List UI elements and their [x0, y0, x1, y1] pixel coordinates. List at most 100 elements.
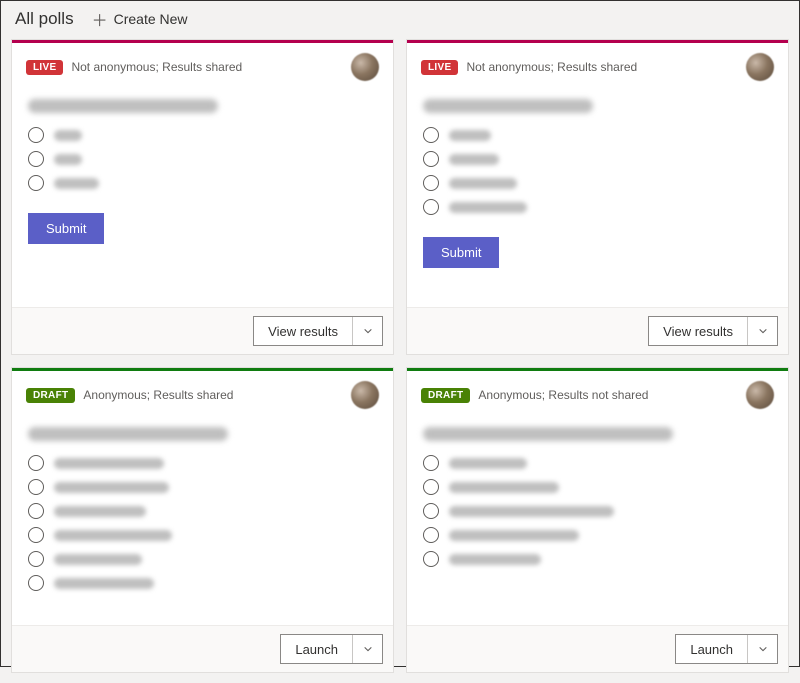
card-header: LIVENot anonymous; Results shared — [12, 43, 393, 87]
chevron-down-icon — [363, 326, 373, 336]
chevron-down-icon — [363, 644, 373, 654]
card-body — [407, 415, 788, 625]
chevron-down-icon — [758, 326, 768, 336]
card-header: DRAFT Anonymous; Results not shared — [407, 371, 788, 415]
radio-icon — [423, 175, 439, 191]
option-label — [449, 458, 527, 469]
poll-option[interactable] — [28, 151, 377, 167]
avatar — [746, 381, 774, 409]
poll-option[interactable] — [28, 527, 377, 543]
poll-option[interactable] — [28, 455, 377, 471]
radio-icon — [423, 151, 439, 167]
poll-card: LIVENot anonymous; Results shared Submit V… — [11, 39, 394, 355]
plus-icon: ＋ — [92, 7, 108, 31]
option-label — [54, 530, 172, 541]
poll-meta: Anonymous; Results shared — [83, 388, 233, 402]
radio-icon — [28, 151, 44, 167]
card-body: Submit — [407, 87, 788, 307]
poll-option[interactable] — [423, 127, 772, 143]
poll-option[interactable] — [423, 151, 772, 167]
view-results-button[interactable]: View results — [649, 317, 747, 345]
create-new-button[interactable]: ＋ Create New — [92, 7, 188, 31]
radio-icon — [423, 199, 439, 215]
avatar — [351, 53, 379, 81]
poll-option[interactable] — [28, 479, 377, 495]
poll-card: DRAFT Anonymous; Results not shared Launch — [406, 367, 789, 673]
radio-icon — [423, 551, 439, 567]
card-footer: View results — [407, 307, 788, 354]
split-dropdown-button[interactable] — [747, 635, 777, 663]
split-dropdown-button[interactable] — [352, 317, 382, 345]
launch-button[interactable]: Launch — [281, 635, 352, 663]
footer-split-button: View results — [253, 316, 383, 346]
submit-button[interactable]: Submit — [28, 213, 104, 244]
status-badge: LIVE — [421, 60, 458, 75]
poll-card: LIVE Not anonymous; Results shared Submit V… — [406, 39, 789, 355]
status-badge: DRAFT — [421, 388, 470, 403]
split-dropdown-button[interactable] — [352, 635, 382, 663]
card-footer: View results — [12, 307, 393, 354]
split-dropdown-button[interactable] — [747, 317, 777, 345]
radio-icon — [28, 175, 44, 191]
poll-option[interactable] — [28, 551, 377, 567]
option-label — [54, 506, 146, 517]
radio-icon — [423, 503, 439, 519]
poll-option[interactable] — [423, 527, 772, 543]
poll-meta: Not anonymous; Results shared — [466, 60, 637, 74]
poll-options — [28, 455, 377, 591]
page-title: All polls — [15, 9, 74, 29]
footer-split-button: Launch — [675, 634, 778, 664]
card-footer: Launch — [407, 625, 788, 672]
poll-meta: Anonymous; Results not shared — [478, 388, 648, 402]
option-label — [449, 554, 541, 565]
option-label — [449, 506, 614, 517]
avatar — [351, 381, 379, 409]
poll-question — [423, 427, 673, 441]
option-label — [54, 554, 142, 565]
poll-option[interactable] — [28, 175, 377, 191]
option-label — [54, 178, 99, 189]
card-body — [12, 415, 393, 625]
radio-icon — [423, 455, 439, 471]
create-new-label: Create New — [114, 11, 188, 27]
launch-button[interactable]: Launch — [676, 635, 747, 663]
radio-icon — [28, 551, 44, 567]
option-label — [449, 178, 517, 189]
poll-question — [423, 99, 593, 113]
card-header: LIVE Not anonymous; Results shared — [407, 43, 788, 87]
option-label — [449, 202, 527, 213]
radio-icon — [28, 503, 44, 519]
card-footer: Launch — [12, 625, 393, 672]
view-results-button[interactable]: View results — [254, 317, 352, 345]
radio-icon — [423, 127, 439, 143]
poll-option[interactable] — [28, 575, 377, 591]
radio-icon — [423, 479, 439, 495]
poll-option[interactable] — [423, 199, 772, 215]
poll-question — [28, 99, 218, 113]
poll-option[interactable] — [423, 175, 772, 191]
poll-option[interactable] — [423, 455, 772, 471]
option-label — [449, 154, 499, 165]
poll-option[interactable] — [423, 503, 772, 519]
status-badge: LIVE — [26, 60, 63, 75]
radio-icon — [28, 479, 44, 495]
option-label — [54, 154, 82, 165]
radio-icon — [423, 527, 439, 543]
radio-icon — [28, 527, 44, 543]
poll-option[interactable] — [423, 479, 772, 495]
poll-option[interactable] — [28, 503, 377, 519]
poll-options — [423, 127, 772, 215]
option-label — [54, 458, 164, 469]
poll-options — [28, 127, 377, 191]
option-label — [54, 578, 154, 589]
page-header: All polls ＋ Create New — [1, 1, 799, 39]
poll-option[interactable] — [28, 127, 377, 143]
chevron-down-icon — [758, 644, 768, 654]
poll-option[interactable] — [423, 551, 772, 567]
avatar — [746, 53, 774, 81]
option-label — [54, 130, 82, 141]
radio-icon — [28, 455, 44, 471]
submit-button[interactable]: Submit — [423, 237, 499, 268]
polls-grid: LIVE Not anonymous; Results shared Submit V… — [1, 39, 799, 683]
footer-split-button: View results — [648, 316, 778, 346]
